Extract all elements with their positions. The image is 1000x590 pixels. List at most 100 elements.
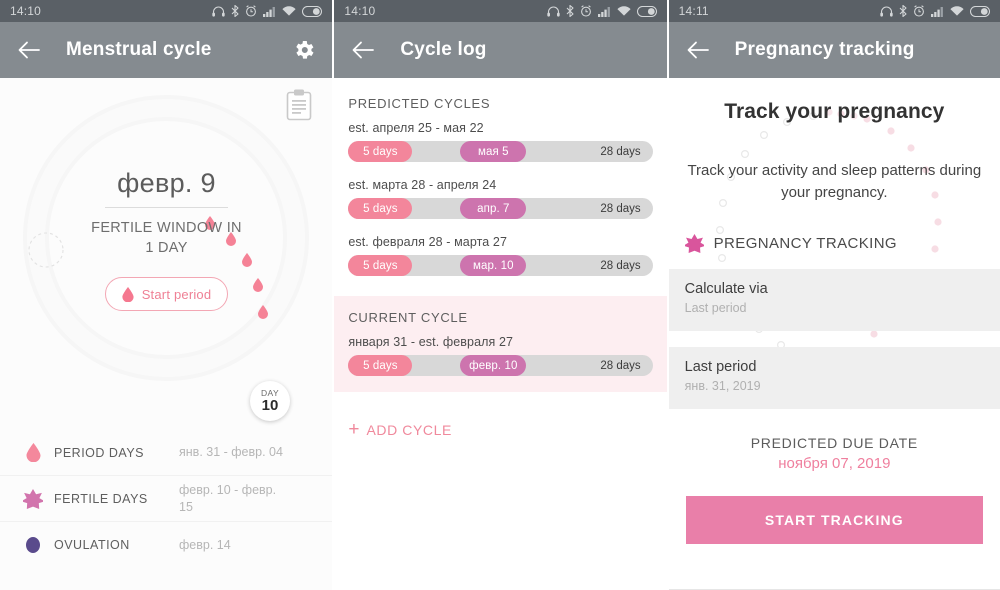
last-period-field[interactable]: Last period янв. 31, 2019: [668, 347, 1000, 409]
wifi-icon: [950, 5, 964, 16]
period-days-pill: 5 days: [348, 198, 413, 219]
legend-label: PERIOD DAYS: [54, 445, 145, 460]
pregnancy-headline: Track your pregnancy: [724, 100, 945, 123]
wifi-icon: [617, 5, 631, 16]
screenshot-root: 14:10 Menstrual cycle февр. 9 FERTILE WI…: [0, 0, 1000, 590]
battery-icon: [636, 5, 657, 17]
cycle-body: февр. 9 FERTILE WINDOW IN 1 DAY Start pe…: [0, 78, 333, 590]
flower-icon: [22, 488, 44, 509]
bluetooth-icon: [566, 5, 574, 17]
status-time: 14:11: [678, 4, 709, 18]
back-arrow-icon[interactable]: [350, 37, 376, 63]
day-badge[interactable]: DAY 10: [250, 381, 290, 421]
wifi-icon: [282, 5, 296, 16]
panel-cycle-log: 14:10 Cycle log PREDICTED CYCLES est. ап…: [334, 0, 669, 590]
gear-icon[interactable]: [292, 38, 316, 62]
current-cycle-heading: CURRENT CYCLE: [348, 310, 468, 325]
status-time: 14:10: [344, 4, 376, 18]
signal-icon: [263, 6, 276, 17]
period-days-pill: 5 days: [348, 141, 413, 162]
cycle-legend: PERIOD DAYS янв. 31 - февр. 04 FERTILE D…: [0, 430, 333, 568]
status-bar: 14:10: [334, 0, 667, 22]
predicted-cycles-heading: PREDICTED CYCLES: [348, 96, 491, 111]
alarm-icon: [914, 5, 924, 17]
cycle-ring: февр. 9 FERTILE WINDOW IN 1 DAY Start pe…: [0, 90, 332, 421]
cycle-range: est. февраля 28 - марта 27: [348, 235, 508, 249]
start-period-button[interactable]: Start period: [105, 277, 228, 311]
back-arrow-icon[interactable]: [16, 37, 42, 63]
drop-icon: [122, 286, 134, 302]
plus-icon: +: [348, 419, 360, 440]
cycle-bar[interactable]: 5 days мая 5 28 days: [348, 141, 653, 162]
field-label: Last period: [684, 359, 757, 375]
cycle-length: 28 days: [600, 145, 641, 158]
cycle-bar[interactable]: 5 days мар. 10 28 days: [348, 255, 653, 276]
pregnancy-body: Track your pregnancy Track your activity…: [668, 78, 1000, 590]
current-cycle-section: CURRENT CYCLE января 31 - est. февраля 2…: [334, 296, 667, 392]
ovulation-icon: [22, 536, 44, 554]
legend-row-fertile[interactable]: FERTILE DAYS февр. 10 - февр. 15: [0, 476, 333, 522]
status-icons: [880, 5, 990, 17]
back-arrow-icon[interactable]: [685, 37, 711, 63]
flower-icon: [684, 234, 704, 253]
status-icons: [546, 5, 657, 17]
page-title: Menstrual cycle: [66, 39, 212, 60]
cycle-list-item: января 31 - est. февраля 27 5 days февр.…: [348, 335, 653, 376]
panel-pregnancy-tracking: 14:11 Pregnancy tracking Track your preg…: [668, 0, 1000, 590]
cycle-range: est. апреля 25 - мая 22: [348, 121, 484, 135]
cycle-bar[interactable]: 5 days апр. 7 28 days: [348, 198, 653, 219]
cycle-list-item: est. апреля 25 - мая 22 5 days мая 5 28 …: [334, 121, 666, 168]
cycle-length: 28 days: [600, 259, 641, 272]
add-cycle-button[interactable]: + ADD CYCLE: [334, 420, 666, 439]
cycle-range: января 31 - est. февраля 27: [348, 335, 514, 349]
panel-menstrual-cycle: 14:10 Menstrual cycle февр. 9 FERTILE WI…: [0, 0, 335, 590]
ovulation-pill: мар. 10: [460, 255, 527, 276]
ovulation-pill: февр. 10: [460, 355, 527, 376]
page-title: Cycle log: [400, 39, 487, 60]
alarm-icon: [580, 5, 591, 17]
field-label: Calculate via: [684, 281, 768, 297]
signal-icon: [930, 6, 943, 17]
bluetooth-icon: [899, 5, 907, 17]
legend-row-ovulation[interactable]: OVULATION февр. 14: [0, 522, 332, 568]
pregnancy-tracking-tag-label: PREGNANCY TRACKING: [713, 235, 898, 252]
day-badge-value: 10: [261, 397, 279, 414]
legend-label: FERTILE DAYS: [54, 491, 148, 506]
ovulation-pill: мая 5: [460, 141, 527, 162]
legend-row-period[interactable]: PERIOD DAYS янв. 31 - февр. 04: [0, 430, 333, 476]
field-value: янв. 31, 2019: [684, 379, 761, 393]
pregnancy-subtext: Track your activity and sleep patterns d…: [687, 162, 982, 201]
status-time: 14:10: [10, 4, 42, 18]
cycle-list-item: est. марта 28 - апреля 24 5 days апр. 7 …: [334, 168, 666, 225]
page-title: Pregnancy tracking: [734, 39, 915, 60]
current-date: февр. 9: [117, 168, 216, 198]
pregnancy-tracking-tag: PREGNANCY TRACKING: [669, 234, 1000, 253]
drop-icon: [22, 443, 44, 462]
app-bar: Pregnancy tracking: [668, 22, 1000, 78]
cycle-log-body: PREDICTED CYCLES est. апреля 25 - мая 22…: [334, 78, 667, 590]
ovulation-pill: апр. 7: [460, 198, 527, 219]
predicted-due-date: PREDICTED DUE DATE ноября 07, 2019: [669, 435, 1000, 472]
legend-value: февр. 14: [179, 537, 231, 552]
due-date-label: PREDICTED DUE DATE: [750, 435, 918, 451]
cycle-bar[interactable]: 5 days февр. 10 28 days: [348, 355, 653, 376]
ring-center-content: февр. 9 FERTILE WINDOW IN 1 DAY Start pe…: [0, 168, 332, 311]
legend-value: февр. 10 - февр. 15: [179, 482, 277, 514]
cycle-length: 28 days: [600, 359, 641, 372]
battery-icon: [302, 5, 323, 17]
period-days-pill: 5 days: [348, 255, 413, 276]
legend-value: янв. 31 - февр. 04: [179, 445, 283, 459]
status-bar: 14:11: [668, 0, 1000, 22]
fertile-status-line2: 1 DAY: [145, 240, 188, 256]
signal-icon: [597, 6, 610, 17]
add-cycle-label: ADD CYCLE: [366, 421, 452, 438]
fertile-status: FERTILE WINDOW IN 1 DAY: [0, 218, 332, 258]
start-tracking-button[interactable]: START TRACKING: [685, 496, 983, 544]
headphones-icon: [212, 6, 226, 17]
app-bar: Menstrual cycle: [0, 22, 333, 78]
alarm-icon: [246, 5, 257, 17]
calculate-via-field[interactable]: Calculate via Last period: [668, 269, 1000, 331]
cycle-range: est. марта 28 - апреля 24: [348, 178, 497, 192]
battery-icon: [969, 5, 990, 17]
cycle-list-item: est. февраля 28 - марта 27 5 days мар. 1…: [334, 225, 666, 282]
